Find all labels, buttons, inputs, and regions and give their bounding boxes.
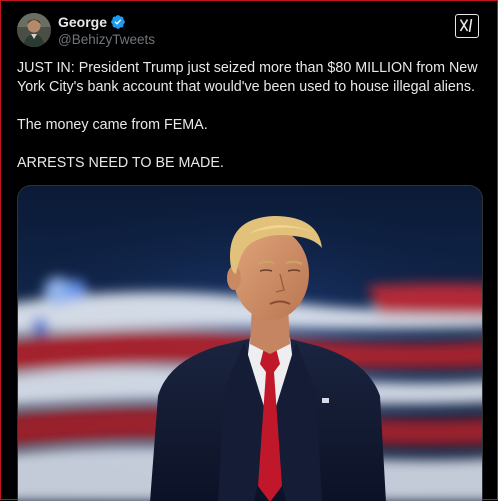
tweet-paragraph: The money came from FEMA. <box>17 117 208 133</box>
photo-image <box>18 186 482 501</box>
name-row: George <box>58 13 155 31</box>
author-handle[interactable]: @BehizyTweets <box>58 32 155 47</box>
tweet-header: George @BehizyTweets <box>17 13 483 49</box>
avatar[interactable] <box>17 13 51 47</box>
author-info: George @BehizyTweets <box>58 13 155 47</box>
tweet-paragraph: ARRESTS NEED TO BE MADE. <box>17 155 224 171</box>
tweet-card: George @BehizyTweets JUST IN: President … <box>0 0 498 501</box>
verified-badge-icon <box>110 14 126 30</box>
display-name[interactable]: George <box>58 14 107 30</box>
tweet-text: JUST IN: President Trump just seized mor… <box>17 59 489 173</box>
tweet-photo[interactable] <box>17 185 483 501</box>
avatar-image <box>17 13 51 47</box>
x-logo-icon[interactable] <box>455 14 479 38</box>
tweet-paragraph: JUST IN: President Trump just seized mor… <box>17 60 478 95</box>
